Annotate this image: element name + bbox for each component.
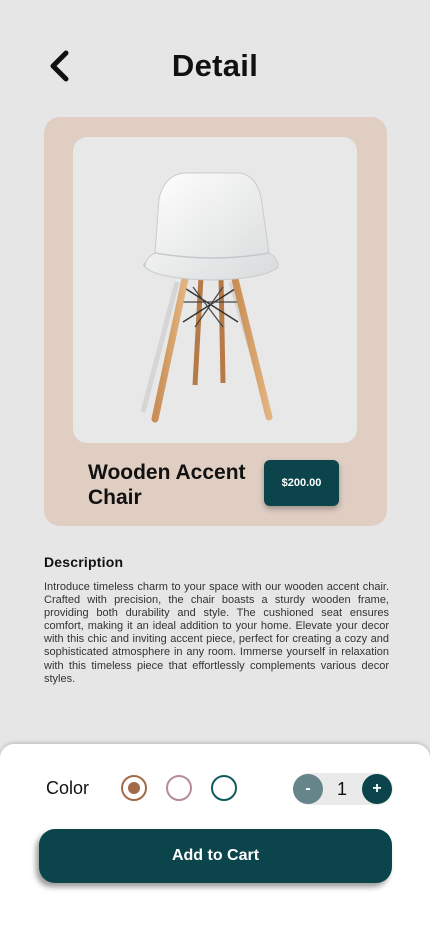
product-card: Wooden Accent Chair $200.00 — [44, 117, 387, 526]
color-swatch-teal[interactable] — [211, 775, 237, 801]
selected-indicator — [128, 782, 140, 794]
bottom-panel: Color - 1 + Add to Cart — [0, 744, 430, 932]
page-title: Detail — [171, 48, 259, 83]
color-swatch-brown[interactable] — [121, 775, 147, 801]
color-label: Color — [46, 778, 90, 798]
header: Detail — [0, 40, 430, 96]
quantity-stepper: - 1 + — [293, 773, 393, 805]
description-title: Description — [44, 554, 124, 570]
increase-quantity-button[interactable]: + — [362, 774, 392, 804]
quantity-value: 1 — [336, 779, 347, 799]
color-swatch-mauve[interactable] — [166, 775, 192, 801]
chair-illustration — [140, 172, 279, 423]
description-text: Introduce timeless charm to your space w… — [44, 581, 389, 685]
decrease-quantity-button[interactable]: - — [293, 774, 323, 804]
add-to-cart-button[interactable]: Add to Cart — [39, 829, 392, 883]
price-badge: $200.00 — [264, 460, 339, 506]
product-name: Wooden Accent Chair — [88, 461, 246, 509]
product-image — [73, 137, 357, 443]
